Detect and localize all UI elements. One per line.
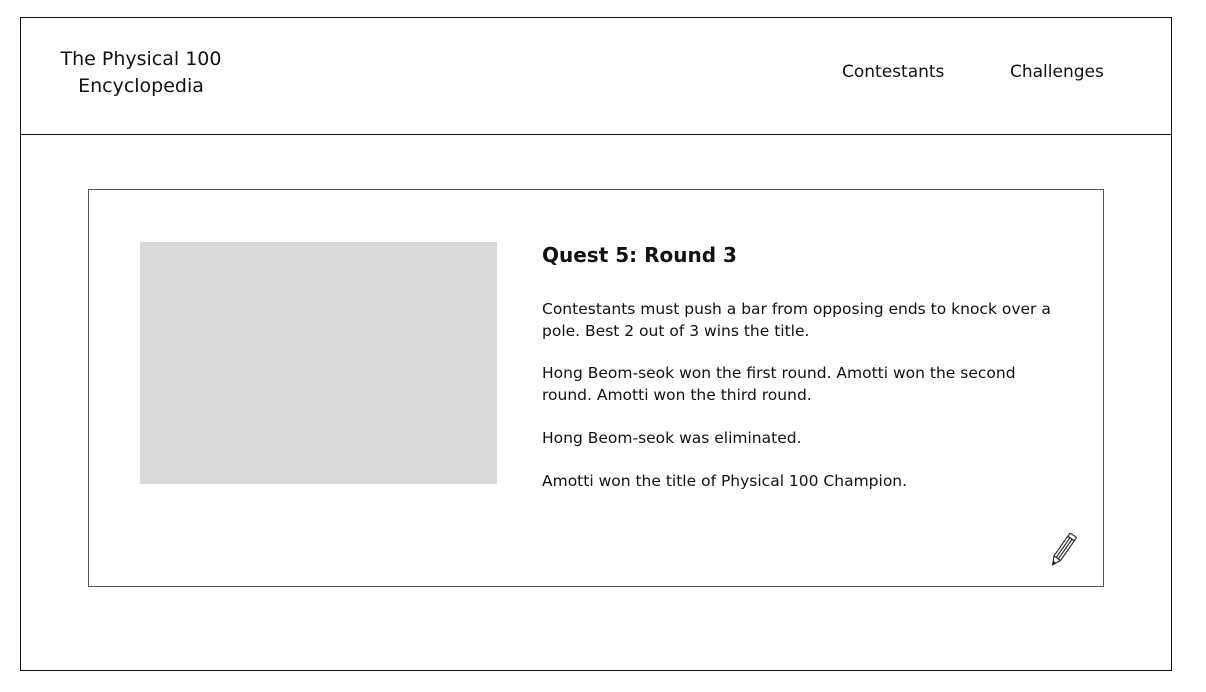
nav-challenges-link[interactable]: Challenges — [1010, 61, 1104, 83]
site-header: The Physical 100 Encyclopedia Contestant… — [21, 18, 1171, 135]
quest-card: Quest 5: Round 3 Contestants must push a… — [88, 189, 1104, 587]
quest-champion: Amotti won the title of Physical 100 Cha… — [542, 472, 908, 490]
quest-image-placeholder — [140, 242, 497, 484]
quest-elimination: Hong Beom-seok was eliminated. — [542, 429, 802, 447]
quest-title: Quest 5: Round 3 — [542, 243, 737, 267]
quest-description: Contestants must push a bar from opposin… — [542, 300, 1051, 340]
quest-round-results: Hong Beom-seok won the first round. Amot… — [542, 364, 1016, 404]
page-frame: The Physical 100 Encyclopedia Contestant… — [20, 17, 1172, 671]
pencil-icon — [1051, 532, 1077, 566]
edit-button[interactable] — [1046, 530, 1080, 570]
nav-contestants-link[interactable]: Contestants — [842, 61, 944, 83]
site-title[interactable]: The Physical 100 Encyclopedia — [51, 46, 231, 100]
